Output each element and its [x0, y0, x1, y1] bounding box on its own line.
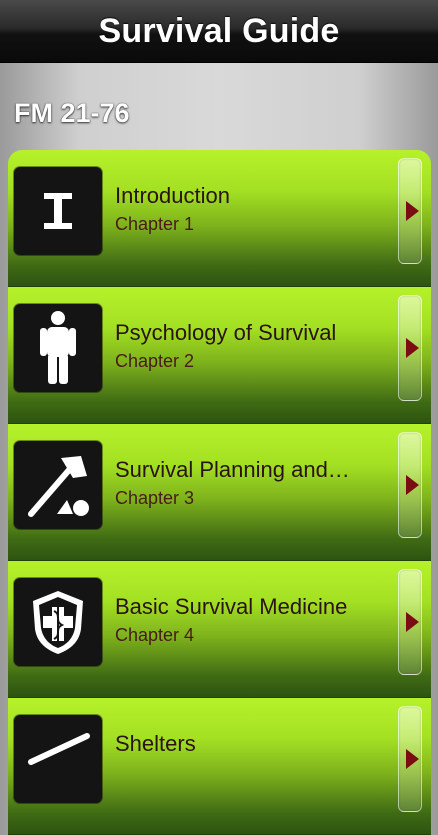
disclosure-button[interactable]: [398, 432, 422, 538]
chevron-right-icon: [405, 201, 419, 221]
chapter-title: Basic Survival Medicine: [115, 594, 348, 619]
axe-icon: [14, 441, 102, 529]
chapter-row[interactable]: Shelters: [8, 698, 431, 835]
chapter-subtitle: Chapter 2: [115, 351, 195, 371]
chapter-title: Psychology of Survival: [115, 320, 337, 345]
chapter-title: Shelters: [115, 731, 196, 756]
shelter-icon: [14, 715, 102, 803]
disclosure-button[interactable]: [398, 295, 422, 401]
chevron-right-icon: [405, 749, 419, 769]
chapter-list: Introduction Chapter 1 Psychology of Sur…: [8, 150, 431, 835]
section-header: FM 21-76: [14, 98, 130, 128]
disclosure-button[interactable]: [398, 158, 422, 264]
person-icon: [14, 304, 102, 392]
navigation-bar: Survival Guide: [0, 0, 438, 63]
chapter-title: Survival Planning and…: [115, 457, 350, 482]
chevron-right-icon: [405, 338, 419, 358]
disclosure-button[interactable]: [398, 569, 422, 675]
medical-shield-icon: [14, 578, 102, 666]
disclosure-button[interactable]: [398, 706, 422, 812]
chapter-title: Introduction: [115, 183, 230, 208]
page-title: Survival Guide: [98, 11, 340, 50]
chapter-subtitle: Chapter 3: [115, 488, 195, 508]
chapter-row[interactable]: Introduction Chapter 1: [8, 150, 431, 287]
letter-i-icon: [14, 167, 102, 255]
chevron-right-icon: [405, 612, 419, 632]
chapter-row[interactable]: Psychology of Survival Chapter 2: [8, 287, 431, 424]
chapter-row[interactable]: Basic Survival Medicine Chapter 4: [8, 561, 431, 698]
chapter-subtitle: Chapter 1: [115, 214, 195, 234]
chevron-right-icon: [405, 475, 419, 495]
chapter-row[interactable]: Survival Planning and… Chapter 3: [8, 424, 431, 561]
chapter-subtitle: Chapter 4: [115, 625, 195, 645]
